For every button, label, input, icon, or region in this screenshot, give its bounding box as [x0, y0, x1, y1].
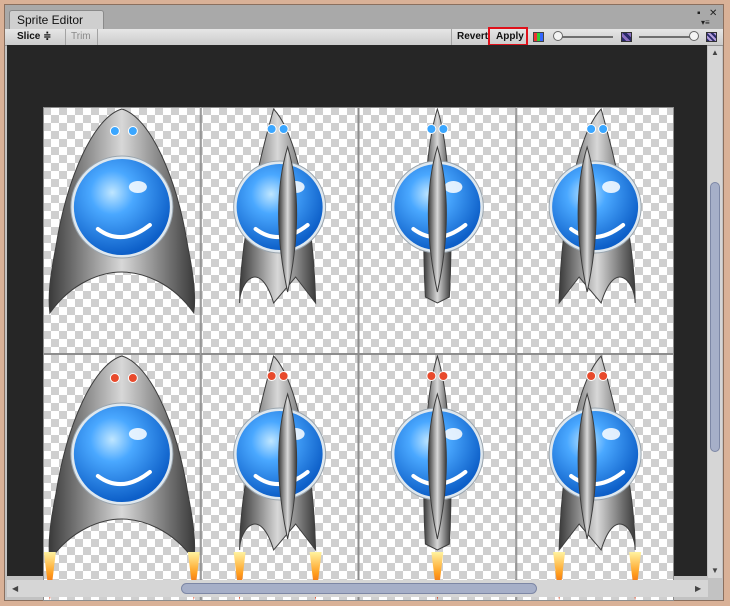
mip-slider-track [639, 36, 693, 38]
toolbar: Slice ≑ Trim Revert Apply [5, 27, 723, 46]
eye-left [109, 373, 120, 383]
eye-right [438, 371, 449, 381]
eye-left [586, 371, 597, 381]
tab-sprite-editor[interactable]: Sprite Editor [9, 10, 104, 29]
eye-left [109, 126, 120, 136]
eye-left [586, 124, 597, 134]
eye-right [598, 124, 609, 134]
eye-left [266, 371, 277, 381]
dome [73, 159, 170, 255]
eye-right [598, 371, 609, 381]
eye-left [426, 124, 437, 134]
dome [73, 406, 170, 502]
rgb-channel-icon[interactable] [533, 32, 544, 42]
zoom-slider-thumb[interactable] [553, 31, 563, 41]
sprite-sheet-svg [43, 107, 674, 601]
trim-button[interactable]: Trim [66, 29, 98, 45]
eye-right [127, 126, 138, 136]
mip-small-icon [621, 32, 632, 42]
mip-large-icon [706, 32, 717, 42]
eye-left [426, 371, 437, 381]
close-icon[interactable]: ✕ [709, 8, 717, 19]
slice-button[interactable]: Slice ≑ [12, 29, 66, 45]
eye-right [127, 373, 138, 383]
scroll-left-icon[interactable]: ◀ [12, 584, 18, 593]
vertical-scroll-thumb[interactable] [710, 182, 720, 452]
sprite-editor-window: Sprite Editor ▪ ✕ ▾≡ Slice ≑ Trim Revert… [4, 4, 724, 601]
revert-button[interactable]: Revert [451, 29, 489, 45]
horizontal-scrollbar[interactable]: ◀ ▶ [7, 580, 708, 597]
maximize-icon[interactable]: ▪ [697, 8, 701, 19]
sprite-sheet-texture [43, 107, 674, 601]
tab-strip: Sprite Editor ▪ ✕ ▾≡ [5, 5, 723, 29]
eye-left [266, 124, 277, 134]
mip-slider-thumb[interactable] [689, 31, 699, 41]
zoom-slider-track [555, 36, 613, 38]
dome-glint [444, 428, 463, 440]
dome-glint [128, 428, 147, 440]
scroll-right-icon[interactable]: ▶ [695, 584, 701, 593]
scroll-down-icon[interactable]: ▼ [711, 566, 719, 575]
window-menu-icon[interactable]: ▾≡ [701, 18, 710, 27]
eye-right [278, 371, 289, 381]
scroll-up-icon[interactable]: ▲ [711, 48, 719, 57]
horizontal-scroll-thumb[interactable] [181, 583, 537, 594]
eye-right [278, 124, 289, 134]
dome-glint [128, 181, 147, 193]
eye-right [438, 124, 449, 134]
dome-glint [602, 181, 621, 193]
dome-glint [602, 428, 621, 440]
apply-highlight-box [488, 27, 528, 46]
sprite-canvas[interactable] [7, 45, 707, 601]
vertical-scrollbar[interactable]: ▲ ▼ [708, 46, 722, 578]
dome-glint [444, 181, 463, 193]
